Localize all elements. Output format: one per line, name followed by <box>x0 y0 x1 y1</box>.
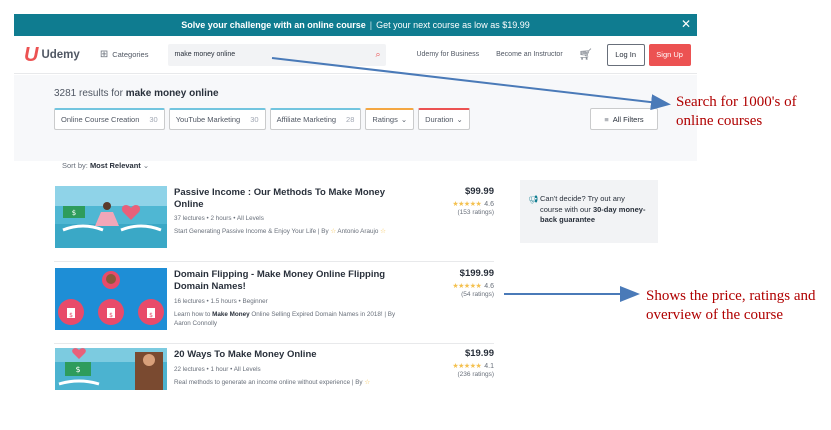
search-arrow <box>271 57 671 111</box>
search-annotation: Search for 1000's of online courses <box>676 94 797 129</box>
annotation-arrows <box>271 57 671 302</box>
price-annotation: Shows the price, ratings and overview of… <box>646 288 816 323</box>
